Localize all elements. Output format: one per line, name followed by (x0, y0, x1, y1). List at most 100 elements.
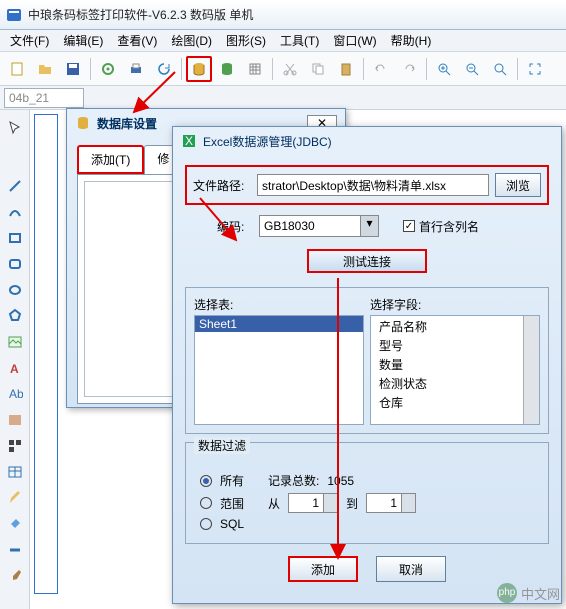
table-icon[interactable] (3, 460, 27, 484)
first-row-label: 首行含列名 (419, 218, 479, 235)
grid-icon[interactable] (242, 56, 268, 82)
line-icon[interactable] (3, 174, 27, 198)
text-icon[interactable]: A (3, 356, 27, 380)
checkbox-icon: ✓ (403, 220, 415, 232)
svg-text:Ab: Ab (9, 387, 23, 401)
encoding-row: 编码: GB18030 ▾ ✓ 首行含列名 (217, 215, 549, 237)
pointer-icon[interactable] (3, 116, 27, 140)
save-icon[interactable] (60, 56, 86, 82)
eyedrop-icon[interactable] (3, 564, 27, 588)
qrcode-icon[interactable] (3, 434, 27, 458)
fullscreen-icon[interactable] (522, 56, 548, 82)
titlebar: 中琅条码标签打印软件-V6.2.3 数码版 单机 (0, 0, 566, 30)
cancel-button[interactable]: 取消 (376, 556, 446, 582)
curve-icon[interactable] (3, 200, 27, 224)
menu-edit[interactable]: 编辑(E) (57, 30, 109, 51)
richtext-icon[interactable]: Ab (3, 382, 27, 406)
select-table-label: 选择表: (194, 296, 364, 313)
list-item[interactable]: 数量 (375, 355, 519, 374)
stroke-icon[interactable] (3, 538, 27, 562)
polygon-icon[interactable] (3, 304, 27, 328)
left-toolbar: A Ab (0, 110, 30, 609)
menu-tool[interactable]: 工具(T) (274, 30, 325, 51)
menu-draw[interactable]: 绘图(D) (165, 30, 218, 51)
list-item[interactable]: 仓库 (375, 393, 519, 412)
watermark: php 中文网 (497, 583, 560, 603)
file-path-label: 文件路径: (193, 177, 251, 194)
refresh-icon[interactable] (151, 56, 177, 82)
menu-file[interactable]: 文件(F) (4, 30, 55, 51)
encoding-value: GB18030 (260, 219, 360, 233)
to-label: 到 (346, 495, 358, 512)
zoom-in-icon[interactable] (431, 56, 457, 82)
list-item[interactable]: 型号 (375, 336, 519, 355)
excel-dialog-icon: X (181, 133, 197, 149)
fill-icon[interactable] (3, 512, 27, 536)
filter-group: 数据过滤 所有 记录总数: 1055 范围 从 1 到 1 SQL (185, 442, 549, 544)
tab-add[interactable]: 添加(T) (77, 145, 144, 174)
settings-icon[interactable] (95, 56, 121, 82)
file-path-row: 文件路径: 浏览 (185, 165, 549, 205)
file-path-input[interactable] (257, 174, 489, 196)
image-icon[interactable] (3, 330, 27, 354)
copy-icon[interactable] (305, 56, 331, 82)
total-value: 1055 (327, 474, 354, 488)
list-item[interactable]: Sheet1 (195, 316, 363, 332)
toolbar (0, 52, 566, 86)
excel-datasource-dialog: X Excel数据源管理(JDBC) 文件路径: 浏览 编码: GB18030 … (172, 126, 562, 604)
scrollbar[interactable] (523, 316, 539, 424)
cut-icon[interactable] (277, 56, 303, 82)
brush-icon[interactable] (3, 486, 27, 510)
radio-range[interactable] (200, 497, 212, 509)
zoom-fit-icon[interactable] (487, 56, 513, 82)
test-connection-button[interactable]: 测试连接 (307, 249, 427, 273)
watermark-logo-icon: php (497, 583, 517, 603)
to-spinner[interactable]: 1 (366, 493, 416, 513)
name-row (0, 86, 566, 110)
roundrect-icon[interactable] (3, 252, 27, 276)
name-box[interactable] (4, 88, 84, 108)
canvas[interactable] (34, 114, 58, 594)
add-button[interactable]: 添加 (288, 556, 358, 582)
list-item[interactable]: 产品名称 (375, 317, 519, 336)
database2-icon[interactable] (214, 56, 240, 82)
radio-all-label: 所有 (220, 472, 260, 489)
list-item[interactable]: 检测状态 (375, 374, 519, 393)
db-dialog-icon (75, 115, 91, 131)
rect-icon[interactable] (3, 226, 27, 250)
field-list[interactable]: 产品名称 型号 数量 检测状态 仓库 (370, 315, 540, 425)
selection-group: 选择表: Sheet1 选择字段: 产品名称 型号 数量 检测状态 仓库 (185, 287, 549, 434)
radio-sql[interactable] (200, 518, 212, 530)
encoding-combo[interactable]: GB18030 ▾ (259, 215, 379, 237)
radio-all[interactable] (200, 475, 212, 487)
radio-sql-label: SQL (220, 517, 260, 531)
menu-help[interactable]: 帮助(H) (385, 30, 438, 51)
zoom-out-icon[interactable] (459, 56, 485, 82)
menu-window[interactable]: 窗口(W) (327, 30, 382, 51)
excel-dialog-title: Excel数据源管理(JDBC) (203, 133, 553, 150)
app-title: 中琅条码标签打印软件-V6.2.3 数码版 单机 (28, 6, 560, 23)
select-field-label: 选择字段: (370, 296, 540, 313)
new-icon[interactable] (4, 56, 30, 82)
menubar: 文件(F) 编辑(E) 查看(V) 绘图(D) 图形(S) 工具(T) 窗口(W… (0, 30, 566, 52)
menu-shape[interactable]: 图形(S) (220, 30, 272, 51)
from-spinner[interactable]: 1 (288, 493, 338, 513)
barcode-icon[interactable] (3, 408, 27, 432)
filter-title: 数据过滤 (194, 437, 250, 454)
open-icon[interactable] (32, 56, 58, 82)
table-list[interactable]: Sheet1 (194, 315, 364, 425)
database-icon[interactable] (186, 56, 212, 82)
encoding-label: 编码: (217, 218, 253, 235)
watermark-text: 中文网 (521, 584, 560, 603)
svg-text:A: A (10, 362, 19, 376)
paste-icon[interactable] (333, 56, 359, 82)
menu-view[interactable]: 查看(V) (111, 30, 163, 51)
browse-button[interactable]: 浏览 (495, 173, 541, 197)
app-icon (6, 7, 22, 23)
redo-icon[interactable] (396, 56, 422, 82)
chevron-down-icon[interactable]: ▾ (360, 216, 378, 236)
ellipse-icon[interactable] (3, 278, 27, 302)
first-row-checkbox[interactable]: ✓ 首行含列名 (403, 218, 479, 235)
undo-icon[interactable] (368, 56, 394, 82)
print-icon[interactable] (123, 56, 149, 82)
